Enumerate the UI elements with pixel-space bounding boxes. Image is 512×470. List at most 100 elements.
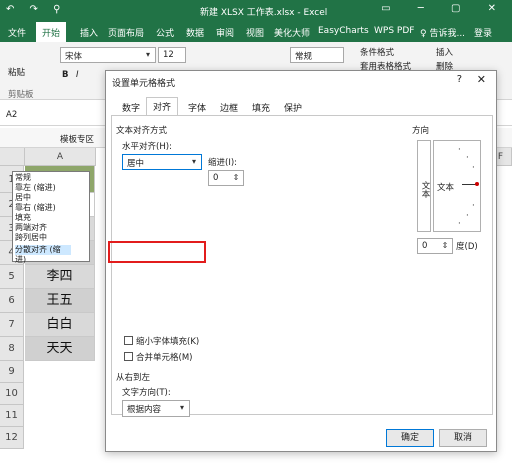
tab-insert[interactable]: 插入 xyxy=(80,26,98,39)
insert-cells-button[interactable]: 插入 xyxy=(436,46,453,58)
degree-value: 0 xyxy=(422,241,428,251)
tab-number[interactable]: 数字 xyxy=(116,99,146,115)
row-header[interactable]: 10 xyxy=(0,383,24,405)
cancel-button[interactable]: 取消 xyxy=(439,429,487,447)
indent-spinner[interactable]: 0 ⇕ xyxy=(208,170,244,186)
dot-icon: · xyxy=(466,153,469,163)
horizontal-align-value: 居中 xyxy=(127,159,145,169)
degree-spinner[interactable]: 0 ⇕ xyxy=(417,238,453,254)
orientation-dial[interactable]: 文本 · · · · · · xyxy=(433,140,481,232)
indent-label: 缩进(I): xyxy=(208,158,238,168)
text-align-section-label: 文本对齐方式 xyxy=(116,126,168,136)
dropdown-option[interactable]: 填充 xyxy=(15,213,31,223)
row-header[interactable]: 5 xyxy=(0,265,24,289)
orientation-label: 方向 xyxy=(412,126,430,136)
vertical-text-box[interactable]: 文本 xyxy=(417,140,431,232)
tab-alignment[interactable]: 对齐 xyxy=(146,97,179,116)
help-icon[interactable]: ? xyxy=(457,74,462,85)
dialog-title: 设置单元格格式 xyxy=(112,79,176,89)
paste-button[interactable]: 粘贴 xyxy=(8,66,25,78)
dot-icon: · xyxy=(458,219,461,229)
row-header[interactable]: 9 xyxy=(0,361,24,383)
tab-home[interactable]: 开始 xyxy=(36,22,67,42)
name-box[interactable]: A2 xyxy=(6,110,17,120)
vertical-text: 文本 xyxy=(420,181,430,198)
degree-label: 度(D) xyxy=(456,242,478,252)
shrink-to-fit-label: 缩小字体填充(K) xyxy=(136,337,200,347)
window-controls[interactable]: ▭ ─ ▢ ✕ xyxy=(381,3,508,14)
tab-easycharts[interactable]: EasyCharts xyxy=(318,26,369,36)
table-cell[interactable]: 天天 xyxy=(25,337,95,361)
shrink-to-fit-checkbox[interactable] xyxy=(124,336,133,345)
font-size-box[interactable]: 12 xyxy=(163,50,174,60)
tab-formulas[interactable]: 公式 xyxy=(156,26,174,39)
row-header[interactable]: 7 xyxy=(0,313,24,337)
row-header[interactable]: 8 xyxy=(0,337,24,361)
merge-cells-checkbox[interactable] xyxy=(124,352,133,361)
template-area-link[interactable]: 模板专区 xyxy=(60,133,94,145)
horizontal-align-dropdown[interactable]: 常规 靠左 (缩进) 居中 靠右 (缩进) 填充 两端对齐 跨列居中 分散对齐 … xyxy=(12,171,90,264)
sign-in-link[interactable]: 登录 xyxy=(474,26,492,39)
orientation-handle[interactable] xyxy=(475,182,479,186)
dot-icon: · xyxy=(458,145,461,155)
tab-border[interactable]: 边框 xyxy=(214,99,244,115)
bold-icon[interactable]: B xyxy=(62,70,68,80)
dropdown-option-selected[interactable]: 分散对齐 (缩进) xyxy=(15,245,71,264)
ribbon-tabs: 文件 开始 插入 页面布局 公式 数据 审阅 视图 美化大师 EasyChart… xyxy=(0,22,512,42)
dot-icon: · xyxy=(472,163,475,173)
column-header-a[interactable]: A xyxy=(25,148,96,166)
chevron-down-icon[interactable]: ▾ xyxy=(175,401,189,415)
orientation-pointer xyxy=(462,184,476,185)
italic-icon[interactable]: I xyxy=(76,70,79,80)
row-header[interactable]: 11 xyxy=(0,405,24,427)
select-all-corner[interactable] xyxy=(0,148,25,166)
window-title: 新建 XLSX 工作表.xlsx - Excel xyxy=(200,8,328,18)
clipboard-group-label: 剪贴板 xyxy=(8,90,34,100)
row-header[interactable]: 12 xyxy=(0,427,24,449)
tab-file[interactable]: 文件 xyxy=(8,26,26,39)
tab-protection[interactable]: 保护 xyxy=(278,99,308,115)
chevron-down-icon[interactable]: ▾ xyxy=(187,155,201,169)
tell-me-search[interactable]: ♀ 告诉我... xyxy=(420,26,465,39)
tab-view[interactable]: 视图 xyxy=(246,26,264,39)
text-direction-select[interactable]: 根据内容 ▾ xyxy=(122,400,190,417)
conditional-format-button[interactable]: 条件格式 xyxy=(360,46,394,58)
dropdown-option[interactable]: 靠右 (缩进) xyxy=(15,203,56,213)
dropdown-option[interactable]: 两端对齐 xyxy=(15,223,47,233)
spinner-arrows-icon[interactable]: ⇕ xyxy=(438,239,452,253)
orientation-dial-text: 文本 xyxy=(437,183,455,193)
text-direction-label: 文字方向(T): xyxy=(122,388,171,398)
dropdown-option[interactable]: 靠左 (缩进) xyxy=(15,183,56,193)
alignment-panel: 文本对齐方式 水平对齐(H): 居中 ▾ 缩进(I): 0 ⇕ 缩小字体填充(K… xyxy=(111,115,493,417)
ok-button[interactable]: 确定 xyxy=(386,429,434,447)
dropdown-option[interactable]: 居中 xyxy=(15,193,31,203)
tab-page-layout[interactable]: 页面布局 xyxy=(108,26,144,39)
tab-font[interactable]: 字体 xyxy=(182,99,212,115)
spinner-arrows-icon[interactable]: ⇕ xyxy=(229,171,243,185)
text-direction-value: 根据内容 xyxy=(127,405,162,415)
dot-icon: · xyxy=(466,211,469,221)
title-bar: ↶ ↷ ⚲ 新建 XLSX 工作表.xlsx - Excel ▭ ─ ▢ ✕ xyxy=(0,0,512,22)
chevron-down-icon[interactable]: ▾ xyxy=(141,48,155,62)
indent-value: 0 xyxy=(213,173,219,183)
rtl-section-label: 从右到左 xyxy=(116,373,151,383)
table-cell[interactable]: 李四 xyxy=(25,265,95,289)
tab-beautify[interactable]: 美化大师 xyxy=(274,26,310,39)
tab-fill[interactable]: 填充 xyxy=(246,99,276,115)
font-name-box[interactable]: 宋体 xyxy=(65,50,82,62)
row-header[interactable]: 6 xyxy=(0,289,24,313)
horizontal-align-select[interactable]: 居中 ▾ xyxy=(122,154,202,170)
tab-data[interactable]: 数据 xyxy=(186,26,204,39)
horizontal-align-label: 水平对齐(H): xyxy=(122,142,172,152)
table-cell[interactable]: 白白 xyxy=(25,313,95,337)
dropdown-option[interactable]: 常规 xyxy=(15,173,31,183)
number-format-box[interactable]: 常规 xyxy=(295,50,312,62)
dot-icon: · xyxy=(472,201,475,211)
table-cell[interactable]: 王五 xyxy=(25,289,95,313)
dropdown-option[interactable]: 跨列居中 xyxy=(15,233,47,243)
close-icon[interactable]: ✕ xyxy=(477,73,486,86)
tab-review[interactable]: 审阅 xyxy=(216,26,234,39)
highlight-annotation xyxy=(108,241,206,263)
quick-access-toolbar[interactable]: ↶ ↷ ⚲ xyxy=(6,4,66,15)
tab-wps-pdf[interactable]: WPS PDF xyxy=(374,26,414,36)
